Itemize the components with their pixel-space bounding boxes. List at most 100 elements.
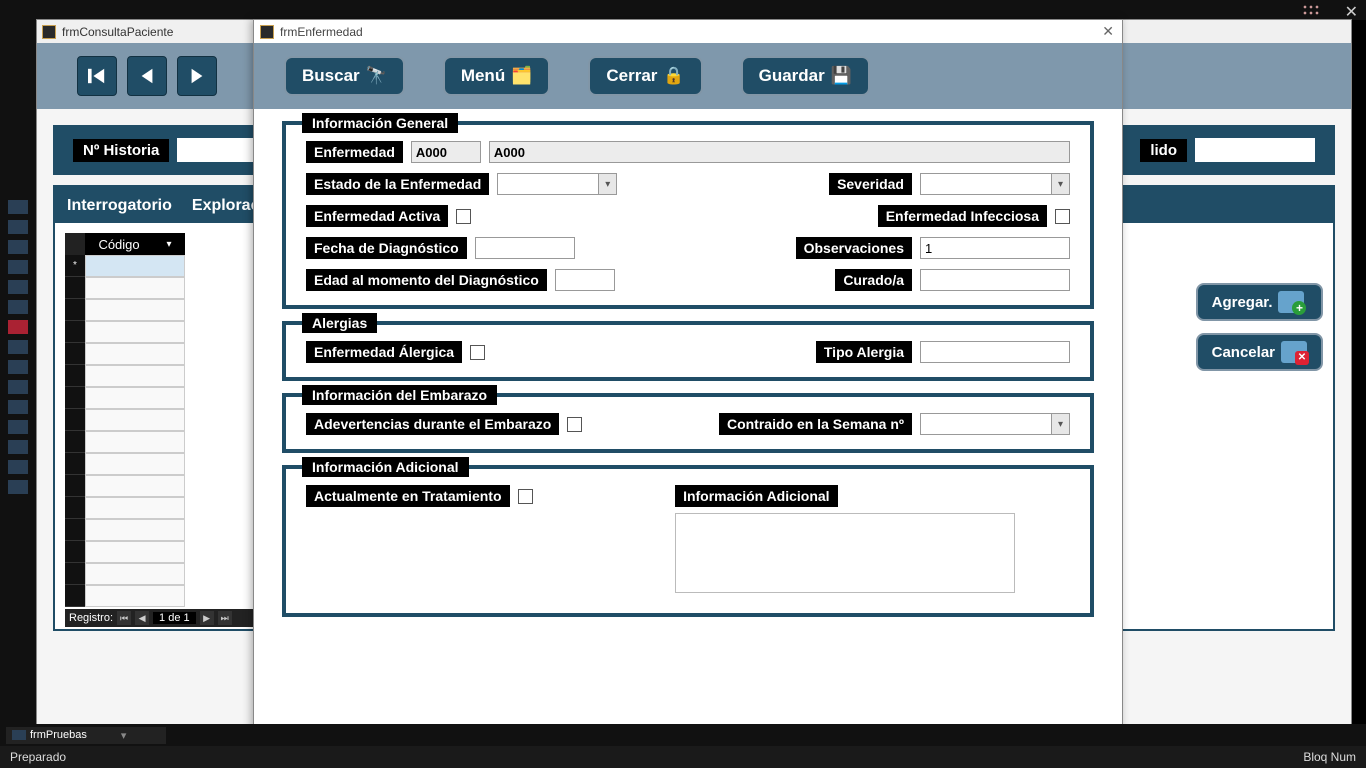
grid-cell[interactable] <box>85 519 185 541</box>
apellido-label: lido <box>1140 139 1187 162</box>
infecciosa-checkbox[interactable] <box>1055 209 1070 224</box>
grid-cell[interactable] <box>85 255 185 277</box>
grid-cell[interactable] <box>85 431 185 453</box>
grid-cell[interactable] <box>85 365 185 387</box>
nav-rail-item[interactable] <box>8 340 28 354</box>
row-selector[interactable] <box>65 387 85 409</box>
nav-rail-item[interactable] <box>8 360 28 374</box>
nav-prev-icon[interactable]: ◀ <box>135 611 149 625</box>
nav-next-icon[interactable]: ▶ <box>200 611 214 625</box>
grid-cell[interactable] <box>85 475 185 497</box>
advertencias-checkbox[interactable] <box>567 417 582 432</box>
fecha-diag-field[interactable] <box>475 237 575 259</box>
nav-rail-item[interactable] <box>8 260 28 274</box>
grid-cell[interactable] <box>85 585 185 607</box>
nav-rail-item[interactable] <box>8 480 28 494</box>
curado-field[interactable] <box>920 269 1070 291</box>
row-selector[interactable] <box>65 453 85 475</box>
fg-titlebar[interactable]: frmEnfermedad ✕ <box>254 20 1122 43</box>
menu-icon: 🗂️ <box>511 66 532 86</box>
observaciones-field[interactable] <box>920 237 1070 259</box>
nav-rail-item[interactable] <box>8 300 28 314</box>
nav-rail-item[interactable] <box>8 280 28 294</box>
row-selector[interactable] <box>65 563 85 585</box>
cerrar-label: Cerrar <box>606 66 657 86</box>
row-selector[interactable] <box>65 343 85 365</box>
chevron-down-icon: ▾ <box>598 174 616 194</box>
tab-interrogatorio[interactable]: Interrogatorio <box>57 191 182 221</box>
group-alergias: Alergias Enfermedad Álergica Tipo Alergi… <box>282 321 1094 381</box>
nav-prev-button[interactable] <box>127 56 167 96</box>
guardar-button[interactable]: Guardar💾 <box>741 56 870 96</box>
app-top-bar: ✕ <box>0 0 1366 20</box>
grid-cell[interactable] <box>85 343 185 365</box>
mdi-taskbar: frmPruebas ▾ <box>0 724 1366 746</box>
buscar-button[interactable]: Buscar🔭 <box>284 56 405 96</box>
row-selector[interactable] <box>65 409 85 431</box>
enfermedad-label: Enfermedad <box>306 141 403 163</box>
row-selector[interactable] <box>65 365 85 387</box>
nav-last-button[interactable] <box>227 56 235 96</box>
taskbar-item-frmpruebas[interactable]: frmPruebas ▾ <box>6 727 166 744</box>
row-selector[interactable] <box>65 585 85 607</box>
nav-rail-item[interactable] <box>8 420 28 434</box>
nav-first-button[interactable] <box>77 56 117 96</box>
chevron-down-icon[interactable]: ▾ <box>121 729 127 742</box>
nav-rail-item[interactable] <box>8 240 28 254</box>
grid-cell[interactable] <box>85 321 185 343</box>
activa-checkbox[interactable] <box>456 209 471 224</box>
edad-diag-field[interactable] <box>555 269 615 291</box>
grid-cell[interactable] <box>85 453 185 475</box>
cerrar-button[interactable]: Cerrar🔒 <box>588 56 702 96</box>
tratamiento-label: Actualmente en Tratamiento <box>306 485 510 507</box>
row-selector[interactable] <box>65 277 85 299</box>
tipo-alergia-field[interactable] <box>920 341 1070 363</box>
nav-rail-item[interactable] <box>8 440 28 454</box>
row-selector[interactable] <box>65 299 85 321</box>
info-adicional-textarea[interactable] <box>675 513 1015 593</box>
form-icon <box>42 25 56 39</box>
row-selector[interactable] <box>65 475 85 497</box>
col-label: Código <box>98 237 139 252</box>
row-selector[interactable] <box>65 541 85 563</box>
nav-rail-item-selected[interactable] <box>8 320 28 334</box>
row-selector[interactable] <box>65 431 85 453</box>
nav-rail-item[interactable] <box>8 460 28 474</box>
nav-rail-item[interactable] <box>8 380 28 394</box>
nav-rail-item[interactable] <box>8 220 28 234</box>
nav-next-button[interactable] <box>177 56 217 96</box>
cancelar-button[interactable]: Cancelar <box>1196 333 1323 371</box>
grid-cell[interactable] <box>85 277 185 299</box>
alergica-checkbox[interactable] <box>470 345 485 360</box>
status-left: Preparado <box>10 750 66 764</box>
row-selector[interactable] <box>65 519 85 541</box>
nav-first-icon[interactable]: ⏮ <box>117 611 131 625</box>
grid-cell[interactable] <box>85 387 185 409</box>
grid-cell[interactable] <box>85 497 185 519</box>
sort-icon[interactable]: ▾ <box>167 239 172 250</box>
semana-combo[interactable]: ▾ <box>920 413 1070 435</box>
grid-column-codigo[interactable]: Código ▾ <box>85 233 185 255</box>
menu-button[interactable]: Menú🗂️ <box>443 56 551 96</box>
row-selector[interactable] <box>65 497 85 519</box>
window-enfermedad: frmEnfermedad ✕ Buscar🔭 Menú🗂️ Cerrar🔒 G… <box>253 19 1123 739</box>
grid-cell[interactable] <box>85 563 185 585</box>
tratamiento-checkbox[interactable] <box>518 489 533 504</box>
grid-cell[interactable] <box>85 299 185 321</box>
close-icon[interactable]: ✕ <box>1094 23 1122 40</box>
grid-cell[interactable] <box>85 541 185 563</box>
nav-rail-item[interactable] <box>8 400 28 414</box>
new-row-marker[interactable]: * <box>65 255 85 277</box>
row-selector[interactable] <box>65 321 85 343</box>
legend-info-adicional: Información Adicional <box>302 457 469 477</box>
save-icon: 💾 <box>831 66 852 86</box>
agregar-button[interactable]: Agregar. <box>1196 283 1323 321</box>
nav-last-icon[interactable]: ⏭ <box>218 611 232 625</box>
severidad-combo[interactable]: ▾ <box>920 173 1070 195</box>
add-icon <box>1278 291 1304 313</box>
apellido-field[interactable] <box>1195 138 1315 162</box>
grid-corner[interactable] <box>65 233 85 255</box>
grid-cell[interactable] <box>85 409 185 431</box>
estado-combo[interactable]: ▾ <box>497 173 617 195</box>
nav-rail-item[interactable] <box>8 200 28 214</box>
